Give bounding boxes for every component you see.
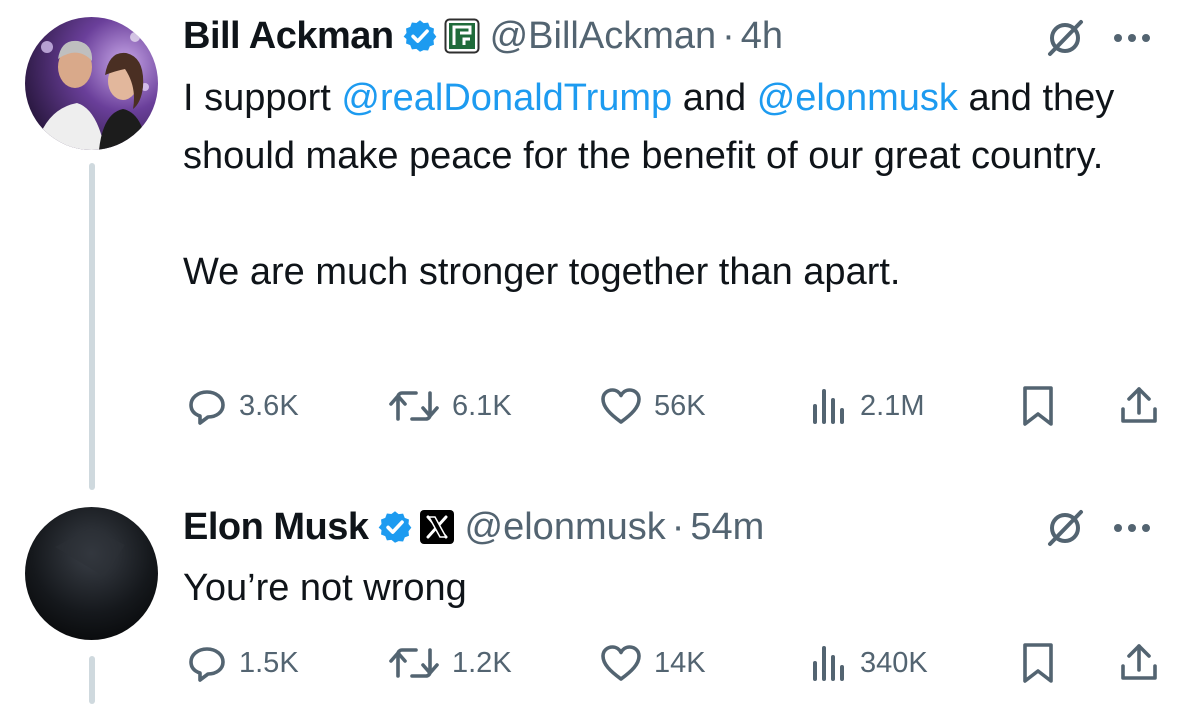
pershing-square-logo-icon[interactable] xyxy=(444,18,480,54)
tweet-text: You’re not wrong xyxy=(183,559,1143,617)
more-options-icon[interactable] xyxy=(1114,28,1150,48)
repost-icon xyxy=(388,386,440,426)
share-button[interactable] xyxy=(1118,381,1160,431)
like-count: 56K xyxy=(654,389,706,422)
analytics-icon xyxy=(808,643,848,683)
tweet-actions: 1.5K 1.2K 14K 340K xyxy=(183,638,1173,688)
view-count: 340K xyxy=(860,646,928,679)
repost-count: 6.1K xyxy=(452,389,512,422)
like-button[interactable]: 14K xyxy=(600,638,706,688)
bookmark-icon xyxy=(1018,384,1058,428)
separator-dot: · xyxy=(722,14,735,57)
author-name[interactable]: Bill Ackman xyxy=(183,15,394,58)
author-handle[interactable]: @BillAckman xyxy=(490,15,717,58)
separator-dot: · xyxy=(671,505,685,548)
tweet-header: Bill Ackman @BillAckman · 4h xyxy=(183,14,783,58)
analytics-icon xyxy=(808,386,848,426)
tweet-actions: 3.6K 6.1K 56K 2.1M xyxy=(183,381,1173,431)
mention-link[interactable]: @elonmusk xyxy=(757,77,958,119)
tweet-paragraph: You’re not wrong xyxy=(183,567,467,609)
author-name[interactable]: Elon Musk xyxy=(183,506,369,549)
share-icon xyxy=(1118,642,1160,684)
x-logo-icon[interactable] xyxy=(419,509,455,545)
repost-icon xyxy=(388,643,440,683)
tweet-header: Elon Musk @elonmusk · 54m xyxy=(183,505,764,549)
reply-count: 1.5K xyxy=(239,646,299,679)
like-button[interactable]: 56K xyxy=(600,381,706,431)
reply-count: 3.6K xyxy=(239,389,299,422)
author-handle[interactable]: @elonmusk xyxy=(465,506,666,549)
share-button[interactable] xyxy=(1118,638,1160,688)
avatar[interactable] xyxy=(25,17,158,150)
avatar[interactable] xyxy=(25,507,158,640)
reply-icon xyxy=(187,386,227,426)
heart-icon xyxy=(600,643,642,683)
bookmark-button[interactable] xyxy=(1018,381,1058,431)
mention-link[interactable]: @realDonaldTrump xyxy=(341,77,672,119)
repost-count: 1.2K xyxy=(452,646,512,679)
more-options-icon[interactable] xyxy=(1114,518,1150,538)
share-icon xyxy=(1118,385,1160,427)
tweet-text: I support @realDonaldTrump and @elonmusk… xyxy=(183,69,1143,301)
thread-line xyxy=(89,163,95,490)
tweet-paragraph: We are much stronger together than apart… xyxy=(183,251,901,293)
repost-button[interactable]: 1.2K xyxy=(388,638,512,688)
views-button[interactable]: 340K xyxy=(808,638,928,688)
verified-badge-icon[interactable] xyxy=(402,18,438,54)
reply-button[interactable]: 1.5K xyxy=(187,638,299,688)
views-button[interactable]: 2.1M xyxy=(808,381,924,431)
heart-icon xyxy=(600,386,642,426)
timestamp[interactable]: 4h xyxy=(741,15,783,58)
bookmark-icon xyxy=(1018,641,1058,685)
repost-button[interactable]: 6.1K xyxy=(388,381,512,431)
reply-button[interactable]: 3.6K xyxy=(187,381,299,431)
verified-badge-icon[interactable] xyxy=(377,509,413,545)
reply-icon xyxy=(187,643,227,683)
like-count: 14K xyxy=(654,646,706,679)
view-count: 2.1M xyxy=(860,389,925,422)
timestamp[interactable]: 54m xyxy=(690,506,764,549)
bookmark-button[interactable] xyxy=(1018,638,1058,688)
grok-icon[interactable] xyxy=(1043,16,1087,60)
grok-icon[interactable] xyxy=(1043,506,1087,550)
thread-line xyxy=(89,656,95,704)
